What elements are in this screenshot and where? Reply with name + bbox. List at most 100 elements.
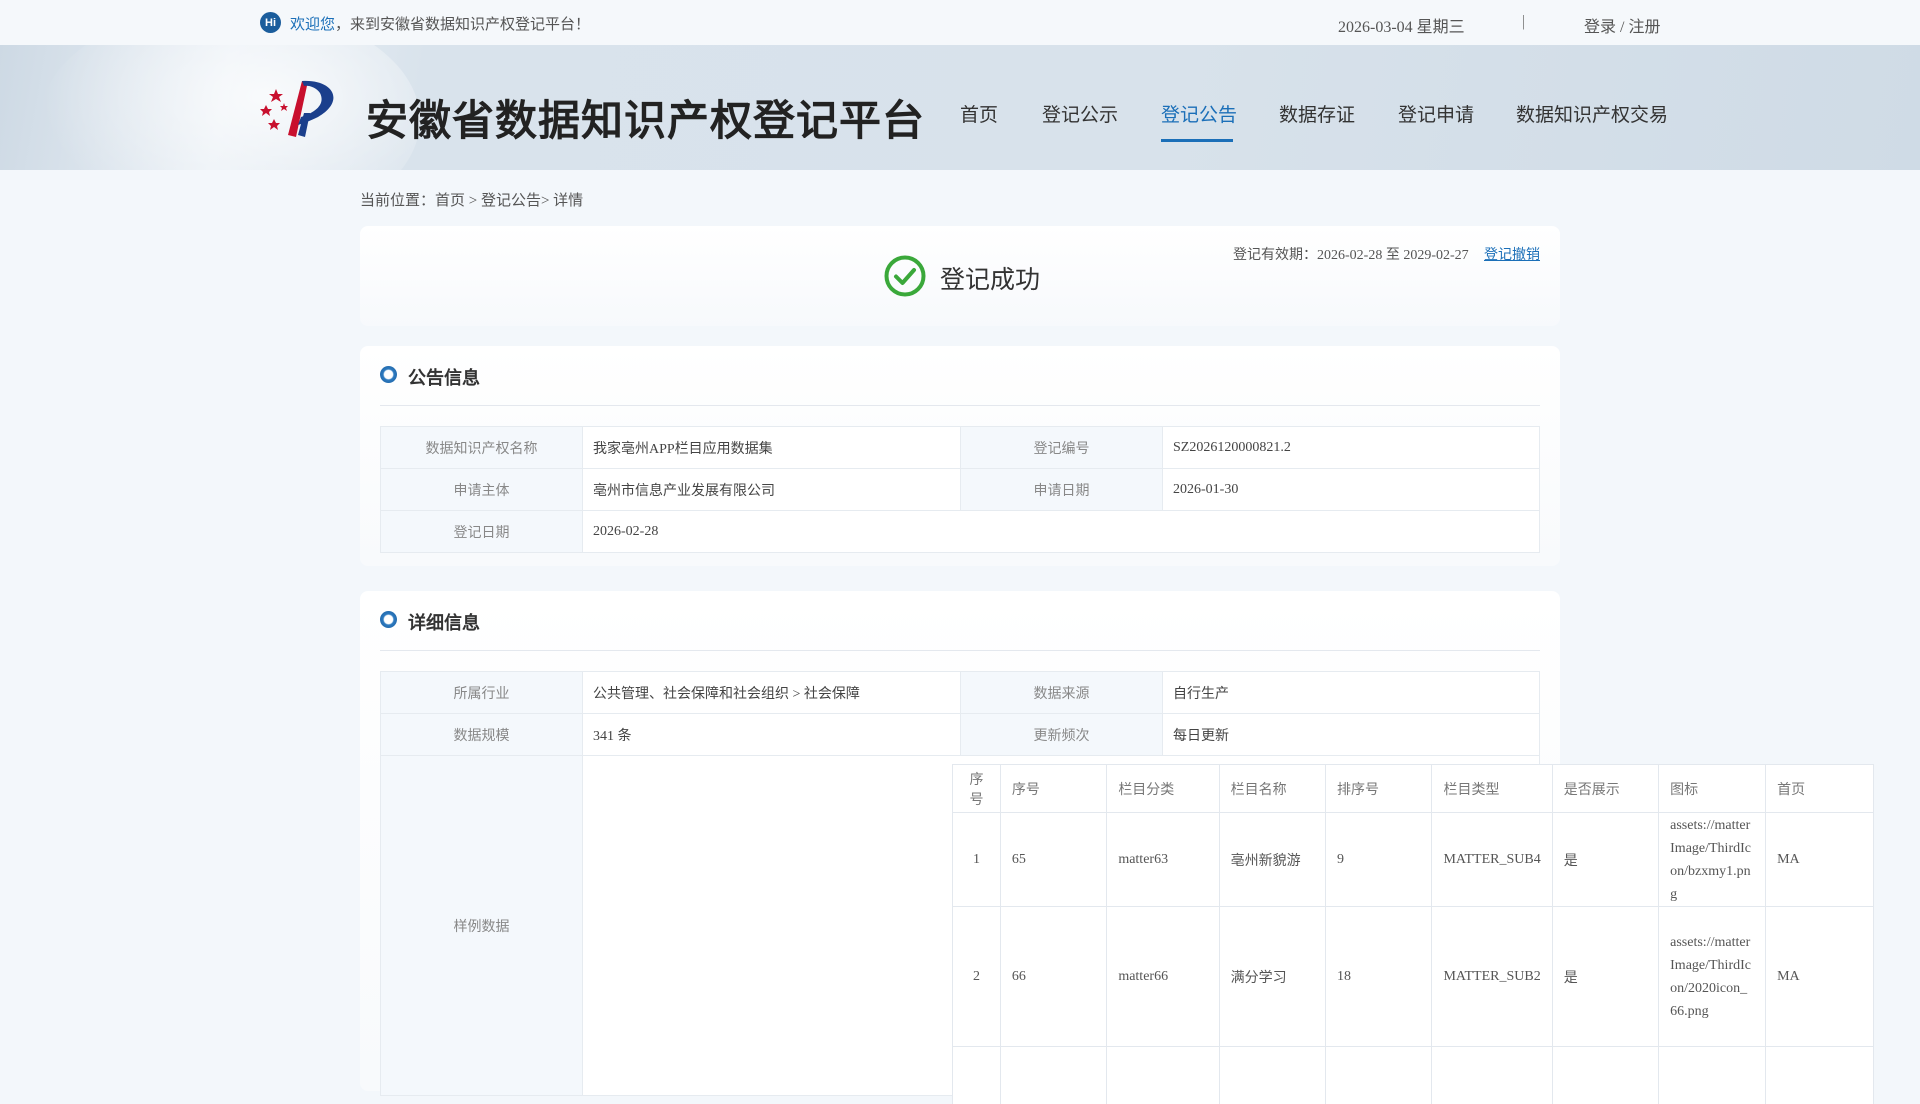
revoke-link[interactable]: 登记撤销: [1484, 244, 1540, 264]
field-label: 登记编号: [961, 427, 1163, 469]
sample-cell: [1219, 1047, 1325, 1104]
nav-registration-apply[interactable]: 登记申请: [1398, 100, 1474, 127]
sample-cell: [1432, 1047, 1552, 1104]
sample-cell: [1659, 1047, 1766, 1104]
nav-active-indicator: [1161, 139, 1233, 142]
field-value: 公共管理、社会保障和社会组织 > 社会保障: [583, 672, 961, 714]
welcome-text: 欢迎您，来到安徽省数据知识产权登记平台！: [290, 13, 590, 34]
sample-cell: MATTER_SUB4: [1432, 813, 1552, 907]
table-row: 所属行业 公共管理、社会保障和社会组织 > 社会保障 数据来源 自行生产: [381, 672, 1540, 714]
section-bullet-icon: [380, 366, 397, 383]
sample-cell: 1: [953, 813, 1001, 907]
nav-ip-trade[interactable]: 数据知识产权交易: [1516, 100, 1668, 127]
top-bar: Hi 欢迎您，来到安徽省数据知识产权登记平台！ 2026-03-04 星期三 |…: [0, 0, 1920, 45]
site-title: 安徽省数据知识产权登记平台: [366, 87, 925, 148]
nav-registration-announcement[interactable]: 登记公告: [1161, 100, 1237, 127]
sample-cell: MA: [1766, 813, 1874, 907]
field-label: 数据规模: [381, 714, 583, 756]
sample-cell: MATTER_SUB2: [1432, 907, 1552, 1047]
topbar-separator: |: [1522, 13, 1525, 31]
sample-header: 栏目类型: [1432, 765, 1552, 813]
sample-cell: 亳州新貌游: [1219, 813, 1325, 907]
nav-registration-publicity[interactable]: 登记公示: [1042, 100, 1118, 127]
detail-section: 详细信息 所属行业 公共管理、社会保障和社会组织 > 社会保障 数据来源 自行生…: [360, 591, 1560, 1091]
field-value: 2026-01-30: [1163, 469, 1540, 511]
field-value: 2026-02-28: [583, 511, 1540, 553]
sample-table: 序号 序号 栏目分类 栏目名称 排序号 栏目类型 是否展示 图标 首页 1 65…: [952, 764, 1874, 1104]
sample-header: 首页: [1766, 765, 1874, 813]
status-card: 登记成功 登记有效期：2026-02-28 至 2029-02-27 登记撤销: [360, 226, 1560, 326]
site-header: 安徽省数据知识产权登记平台 首页 登记公示 登记公告 数据存证 登记申请 数据知…: [0, 45, 1920, 170]
check-circle-icon: [884, 255, 926, 297]
table-row: 2 66 matter66 满分学习 18 MATTER_SUB2 是 asse…: [953, 907, 1874, 1047]
login-register-link[interactable]: 登录 / 注册: [1584, 13, 1660, 37]
sample-cell: [1107, 1047, 1219, 1104]
platform-logo-icon: [258, 73, 344, 143]
table-row: 数据规模 341 条 更新频次 每日更新: [381, 714, 1540, 756]
sample-cell: [1000, 1047, 1106, 1104]
sample-table-scroll[interactable]: 序号 序号 栏目分类 栏目名称 排序号 栏目类型 是否展示 图标 首页 1 65…: [952, 764, 1874, 1104]
sample-header: 图标: [1659, 765, 1766, 813]
table-row: [953, 1047, 1874, 1104]
notice-section: 公告信息 数据知识产权名称 我家亳州APP栏目应用数据集 登记编号 SZ2026…: [360, 346, 1560, 566]
table-row: 登记日期 2026-02-28: [381, 511, 1540, 553]
sample-cell: assets://matterImage/ThirdIcon/bzxmy1.pn…: [1659, 813, 1766, 907]
validity-period: 登记有效期：2026-02-28 至 2029-02-27: [1233, 244, 1469, 264]
sample-header: 序号: [1000, 765, 1106, 813]
sample-header-row: 序号 序号 栏目分类 栏目名称 排序号 栏目类型 是否展示 图标 首页: [953, 765, 1874, 813]
sample-cell: 9: [1326, 813, 1432, 907]
sample-header: 序号: [953, 765, 1001, 813]
sample-cell: [1326, 1047, 1432, 1104]
breadcrumb: 当前位置：首页 > 登记公告> 详情: [360, 189, 583, 210]
status-text: 登记成功: [940, 260, 1040, 296]
sample-cell: [1766, 1047, 1874, 1104]
nav-data-certificate[interactable]: 数据存证: [1279, 100, 1355, 127]
header-decoration: [40, 45, 420, 170]
field-label: 样例数据: [381, 756, 583, 1096]
field-value: SZ2026120000821.2: [1163, 427, 1540, 469]
sample-cell: 18: [1326, 907, 1432, 1047]
notice-section-title: 公告信息: [408, 364, 480, 390]
detail-section-title: 详细信息: [408, 609, 480, 635]
field-value: 我家亳州APP栏目应用数据集: [583, 427, 961, 469]
sample-cell: [1552, 1047, 1658, 1104]
field-value: 341 条: [583, 714, 961, 756]
field-label: 申请主体: [381, 469, 583, 511]
sample-cell: 2: [953, 907, 1001, 1047]
sample-cell: MA: [1766, 907, 1874, 1047]
hi-badge-icon: Hi: [260, 12, 281, 33]
field-label: 所属行业: [381, 672, 583, 714]
field-value: 自行生产: [1163, 672, 1540, 714]
field-label: 数据来源: [961, 672, 1163, 714]
sample-header: 栏目名称: [1219, 765, 1325, 813]
notice-section-header: 公告信息: [380, 346, 1540, 406]
section-bullet-icon: [380, 611, 397, 628]
sample-header: 栏目分类: [1107, 765, 1219, 813]
sample-cell: matter63: [1107, 813, 1219, 907]
sample-cell: 满分学习: [1219, 907, 1325, 1047]
sample-header: 是否展示: [1552, 765, 1658, 813]
sample-cell: 是: [1552, 907, 1658, 1047]
field-label: 登记日期: [381, 511, 583, 553]
field-label: 申请日期: [961, 469, 1163, 511]
field-value: 每日更新: [1163, 714, 1540, 756]
nav-home[interactable]: 首页: [960, 100, 998, 127]
sample-cell: assets://matterImage/ThirdIcon/2020icon_…: [1659, 907, 1766, 1047]
current-date: 2026-03-04 星期三: [1338, 13, 1465, 37]
sample-cell: matter66: [1107, 907, 1219, 1047]
detail-section-header: 详细信息: [380, 591, 1540, 651]
sample-header: 排序号: [1326, 765, 1432, 813]
table-row: 数据知识产权名称 我家亳州APP栏目应用数据集 登记编号 SZ202612000…: [381, 427, 1540, 469]
field-label: 数据知识产权名称: [381, 427, 583, 469]
table-row: 申请主体 亳州市信息产业发展有限公司 申请日期 2026-01-30: [381, 469, 1540, 511]
notice-table: 数据知识产权名称 我家亳州APP栏目应用数据集 登记编号 SZ202612000…: [380, 426, 1540, 553]
welcome-highlight: 欢迎您: [290, 17, 335, 33]
sample-cell: 66: [1000, 907, 1106, 1047]
sample-cell: 是: [1552, 813, 1658, 907]
sample-cell: 65: [1000, 813, 1106, 907]
field-value: 亳州市信息产业发展有限公司: [583, 469, 961, 511]
field-label: 更新频次: [961, 714, 1163, 756]
table-row: 1 65 matter63 亳州新貌游 9 MATTER_SUB4 是 asse…: [953, 813, 1874, 907]
sample-cell: [953, 1047, 1001, 1104]
welcome-rest: ，来到安徽省数据知识产权登记平台！: [335, 17, 590, 33]
